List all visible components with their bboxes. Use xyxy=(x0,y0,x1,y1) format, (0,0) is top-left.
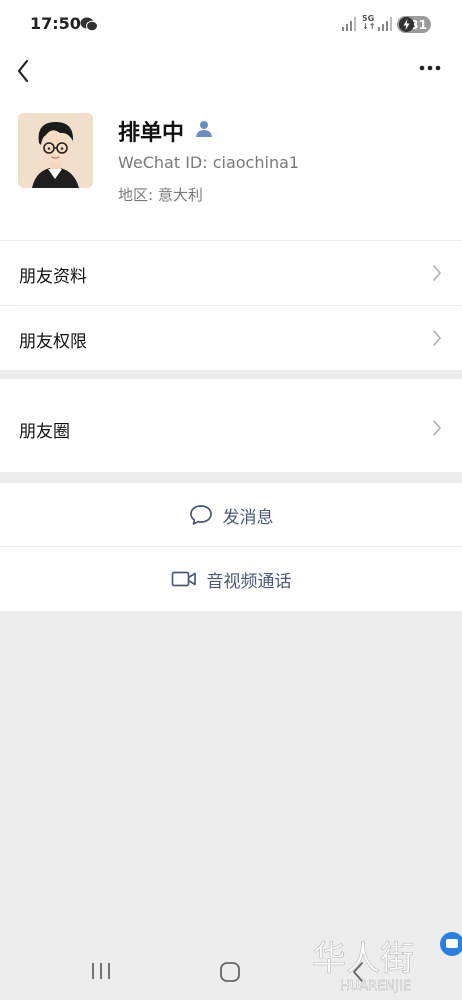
chevron-right-icon xyxy=(433,265,441,281)
video-camera-icon xyxy=(171,571,196,587)
wechat-id: WeChat ID: ciaochina1 xyxy=(118,153,300,172)
moments-label: 朋友圈 xyxy=(19,422,70,442)
chevron-right-icon xyxy=(433,330,441,346)
divider xyxy=(0,611,462,612)
friend-info-label: 朋友资料 xyxy=(19,267,87,287)
avatar-image xyxy=(18,113,93,188)
wechat-notification-icon xyxy=(80,17,98,32)
video-call-label: 音视频通话 xyxy=(206,571,292,592)
battery-indicator: 31 xyxy=(397,16,431,33)
friend-permissions-row[interactable]: 朋友权限 xyxy=(0,306,462,370)
chevron-right-icon xyxy=(433,420,441,436)
status-bar: 17:50 5G ↓↑ 31 xyxy=(0,0,462,50)
home-icon[interactable] xyxy=(219,961,241,983)
video-call-button[interactable]: 音视频通话 xyxy=(0,547,462,611)
region-label: 地区: 意大利 xyxy=(118,186,203,204)
more-options-icon[interactable] xyxy=(412,56,448,80)
svg-text:华人街: 华人街 xyxy=(312,939,414,979)
friend-info-row[interactable]: 朋友资料 xyxy=(0,241,462,305)
status-time: 17:50 xyxy=(30,14,81,33)
moments-row[interactable]: 朋友圈 xyxy=(0,379,462,472)
top-bar xyxy=(0,50,462,100)
profile-header: 排单中 WeChat ID: ciaochina1 地区: 意大利 xyxy=(0,100,462,240)
friend-permissions-label: 朋友权限 xyxy=(19,332,87,352)
charging-bolt-icon xyxy=(399,17,414,32)
profile-name: 排单中 xyxy=(118,121,185,146)
back-arrow-icon[interactable] xyxy=(10,54,40,88)
send-message-button[interactable]: 发消息 xyxy=(0,483,462,547)
recent-apps-icon[interactable] xyxy=(90,962,112,980)
send-message-label: 发消息 xyxy=(222,507,274,528)
chat-bubble-icon xyxy=(189,505,212,525)
signal-icon xyxy=(342,17,356,31)
huarenjie-watermark-logo: 华人街 HUARENJIE xyxy=(312,932,462,994)
signal-icon-2 xyxy=(378,17,392,31)
svg-text:HUARENJIE: HUARENJIE xyxy=(340,979,411,994)
network-type: 5G ↓↑ xyxy=(362,14,376,31)
avatar[interactable] xyxy=(18,113,93,188)
contact-person-icon xyxy=(196,121,212,137)
